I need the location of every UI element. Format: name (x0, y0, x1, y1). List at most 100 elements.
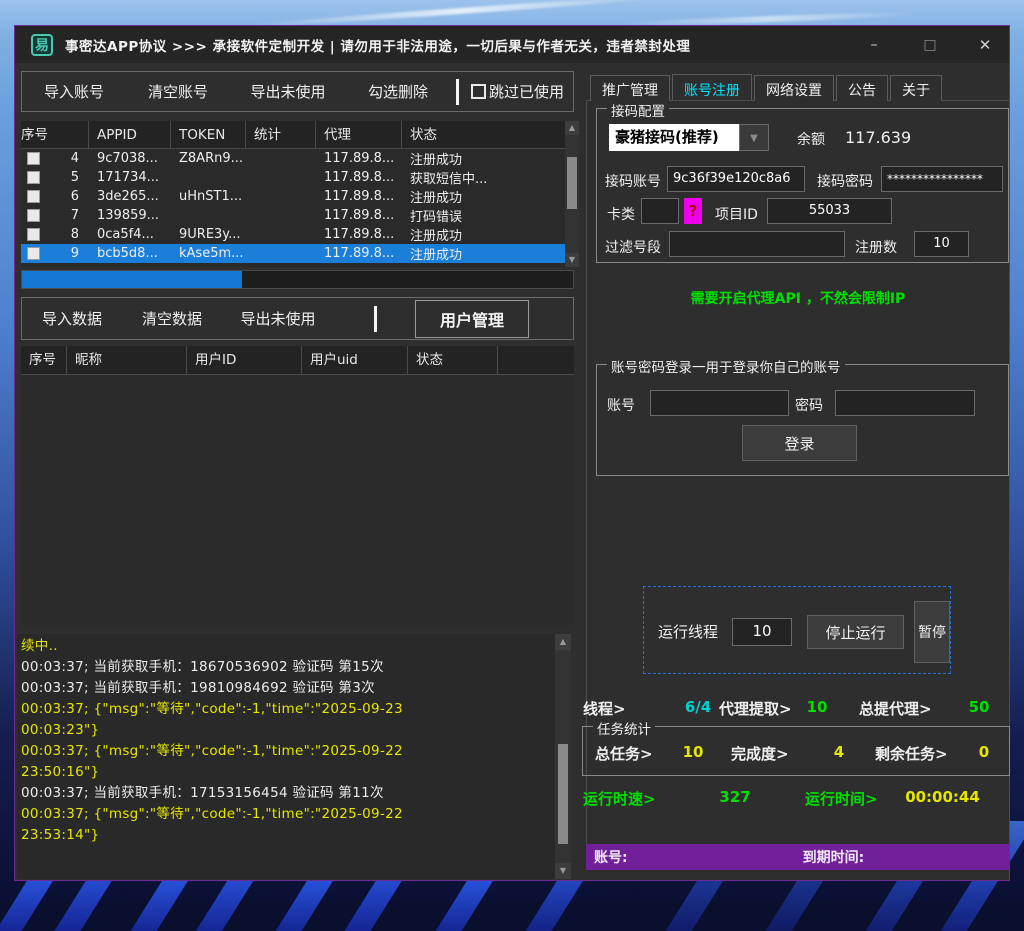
delete-checked-button[interactable]: 勾选删除 (346, 81, 450, 102)
login-button[interactable]: 登录 (742, 425, 857, 461)
users-column-header: 用户ID (187, 346, 302, 374)
help-button[interactable]: ? (684, 198, 702, 224)
users-header: 序号昵称用户ID用户uid状态 (21, 346, 574, 375)
register-count-input[interactable]: 10 (914, 231, 969, 257)
sms-account-label: 接码账号 (605, 171, 661, 191)
threads-label: 线程> (583, 698, 626, 719)
done-value: 4 (809, 743, 869, 761)
project-id-input[interactable]: 55033 (767, 198, 892, 224)
row-checkbox[interactable] (27, 209, 40, 222)
close-button[interactable]: ✕ (963, 26, 1007, 63)
pause-button[interactable]: 暂停 (914, 601, 950, 663)
accounts-scrollbar[interactable]: ▲ ▼ (565, 121, 579, 267)
progress-bar (21, 270, 574, 289)
accounts-column-header: TOKEN (171, 121, 246, 148)
tab-3[interactable]: 网络设置 (754, 75, 834, 101)
row-cell: 9URE3y... (171, 227, 246, 242)
sms-password-input[interactable]: **************** (881, 166, 1003, 192)
users-column-header: 状态 (408, 346, 498, 374)
account-row[interactable]: 5171734...117.89.8...获取短信中... (21, 168, 579, 187)
row-checkbox[interactable] (27, 171, 40, 184)
run-time-label: 运行时间> (805, 788, 878, 809)
row-cell: 0ca5f4... (89, 227, 171, 242)
app-logo-icon: 易 (31, 34, 53, 56)
card-type-label: 卡类 (607, 204, 635, 224)
account-row[interactable]: 9bcb5d8...kAse5m...117.89.8...注册成功 (21, 244, 579, 263)
import-data-button[interactable]: 导入数据 (22, 308, 122, 329)
toolbar-separator (374, 306, 377, 332)
provider-dropdown[interactable]: 豪猪接码(推荐) (609, 124, 739, 151)
app-window: 易 事密达APP协议 >>> 承接软件定制开发 | 请勿用于非法用途，一切后果与… (14, 25, 1010, 881)
log-line: 23:50:16"} (21, 762, 553, 783)
scroll-down-icon[interactable]: ▼ (565, 253, 579, 267)
row-seq: 6 (40, 189, 89, 204)
users-column-header: 序号 (21, 346, 67, 374)
run-controls-box: 运行线程 10 停止运行 暂停 (643, 586, 951, 674)
log-box[interactable]: 续中..00:03:37; 当前获取手机：18670536902 验证码 第15… (17, 634, 571, 879)
sms-account-input[interactable]: 9c36f39e120c8a6 (667, 166, 805, 192)
users-column-header: 用户uid (302, 346, 408, 374)
log-line: 00:03:37; {"msg":"等待","code":-1,"time":"… (21, 699, 553, 720)
row-cell: kAse5m... (171, 246, 246, 261)
scroll-down-icon[interactable]: ▼ (555, 863, 571, 879)
stop-run-button[interactable]: 停止运行 (807, 615, 904, 649)
card-type-input[interactable] (641, 198, 679, 224)
row-checkbox[interactable] (27, 190, 40, 203)
license-expire-label: 到期时间: (803, 847, 865, 867)
toolbar-separator (456, 79, 459, 105)
export-unused-data-button[interactable]: 导出未使用 (222, 308, 334, 329)
account-row[interactable]: 7139859...117.89.8...打码错误 (21, 206, 579, 225)
row-checkbox[interactable] (27, 228, 40, 241)
run-time-value: 00:00:44 (895, 788, 990, 806)
row-cell: 3de265... (89, 189, 171, 204)
row-cell: Z8ARn9... (171, 151, 246, 166)
account-row[interactable]: 80ca5f4...9URE3y...117.89.8...注册成功 (21, 225, 579, 244)
export-unused-accounts-button[interactable]: 导出未使用 (230, 81, 346, 102)
import-accounts-button[interactable]: 导入账号 (22, 81, 126, 102)
scroll-up-icon[interactable]: ▲ (565, 121, 579, 135)
clear-data-button[interactable]: 清空数据 (122, 308, 222, 329)
remain-label: 剩余任务> (875, 743, 948, 764)
users-body (21, 375, 574, 625)
filter-input[interactable] (669, 231, 845, 257)
row-cell: 注册成功 (402, 225, 579, 244)
row-cell: 获取短信中... (402, 168, 579, 187)
account-row[interactable]: 63de265...uHnST1...117.89.8...注册成功 (21, 187, 579, 206)
tab-5[interactable]: 关于 (890, 75, 942, 101)
scrollbar-thumb[interactable] (567, 157, 577, 209)
tab-4[interactable]: 公告 (836, 75, 888, 101)
maximize-button[interactable]: □ (908, 26, 952, 63)
log-line: 00:03:37; {"msg":"等待","code":-1,"time":"… (21, 804, 553, 825)
proxy-warning-text: 需要开启代理API ，不然会限制IP (586, 288, 1010, 308)
skip-used-option[interactable]: 跳过已使用 (471, 81, 564, 102)
license-bar: 账号: 到期时间: (586, 844, 1010, 870)
thread-count-input[interactable]: 10 (732, 618, 792, 646)
progress-fill (22, 271, 242, 288)
row-seq: 4 (40, 151, 89, 166)
row-cell: 注册成功 (402, 187, 579, 206)
minimize-button[interactable]: – (852, 26, 896, 63)
login-password-input[interactable] (835, 390, 975, 416)
user-manage-button[interactable]: 用户管理 (415, 300, 529, 338)
scrollbar-thumb[interactable] (558, 744, 568, 844)
row-checkbox[interactable] (27, 152, 40, 165)
scroll-up-icon[interactable]: ▲ (555, 634, 571, 650)
task-stats-group: 任务统计 总任务> 10 完成度> 4 剩余任务> 0 (582, 726, 1010, 776)
login-account-input[interactable] (650, 390, 789, 416)
log-line: 00:03:37; 当前获取手机：19810984692 验证码 第3次 (21, 678, 553, 699)
tab-2[interactable]: 账号注册 (672, 74, 752, 100)
chevron-down-icon[interactable]: ▼ (739, 124, 769, 151)
login-group-title: 账号密码登录一用于登录你自己的账号 (607, 356, 845, 376)
task-stats-title: 任务统计 (593, 718, 655, 738)
account-row[interactable]: 49c7038...Z8ARn9...117.89.8...注册成功 (21, 149, 579, 168)
clear-accounts-button[interactable]: 清空账号 (126, 81, 230, 102)
log-scrollbar[interactable]: ▲ ▼ (555, 634, 571, 879)
title-bar[interactable]: 易 事密达APP协议 >>> 承接软件定制开发 | 请勿用于非法用途，一切后果与… (15, 26, 1009, 63)
tab-1[interactable]: 推广管理 (590, 75, 670, 101)
row-cell: bcb5d8... (89, 246, 171, 261)
tab-bar: 推广管理账号注册网络设置公告关于 (590, 75, 944, 101)
log-line: 00:03:37; 当前获取手机：18670536902 验证码 第15次 (21, 657, 553, 678)
row-checkbox[interactable] (27, 247, 40, 260)
login-account-label: 账号 (607, 395, 635, 415)
skip-used-checkbox[interactable] (471, 84, 486, 99)
